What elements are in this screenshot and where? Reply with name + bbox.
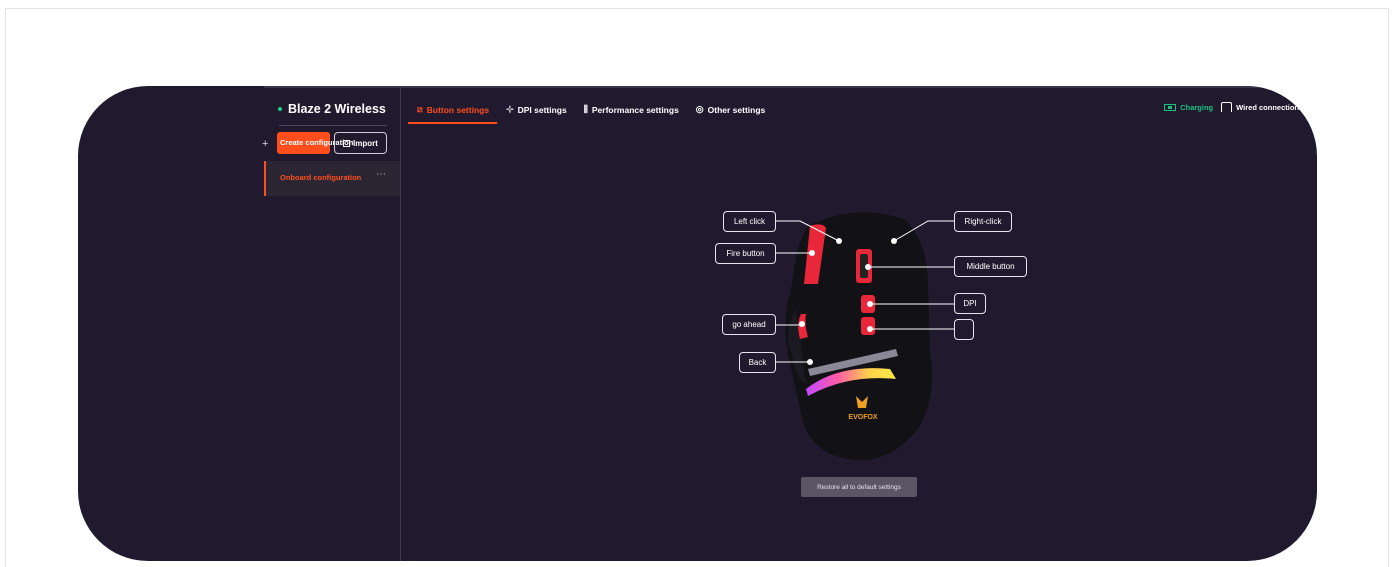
config-item-label: Onboard configuration	[280, 173, 362, 182]
create-configuration-button[interactable]: Create configuration	[277, 132, 353, 154]
wired-label: Wired connection	[1236, 102, 1299, 112]
tab-other-settings[interactable]: ◎ Other settings	[687, 100, 773, 123]
import-button[interactable]: Import	[334, 132, 387, 154]
sidebar-divider	[279, 125, 387, 126]
wired-status: Wired connection	[1221, 102, 1299, 112]
device-name-label: Blaze 2 Wireless	[288, 102, 386, 116]
callout-unnamed[interactable]	[954, 319, 974, 340]
connected-dot-icon	[278, 107, 282, 111]
callout-dpi[interactable]: DPI	[954, 293, 986, 314]
gear-icon: ◎	[695, 104, 704, 114]
callout-back[interactable]: Back	[739, 352, 776, 373]
import-label: Import	[353, 138, 378, 148]
settings-tabs: ⧄ Button settings ⊹ DPI settings ⫼ Perfo…	[408, 100, 773, 124]
callout-right-click[interactable]: Right-click	[954, 211, 1012, 232]
callout-go-ahead[interactable]: go ahead	[722, 314, 776, 335]
settings-icon: ⧄	[417, 104, 423, 114]
tab-button-settings[interactable]: ⧄ Button settings	[408, 100, 498, 124]
sliders-icon: ⫼	[583, 104, 588, 114]
battery-icon	[1164, 103, 1177, 111]
plus-icon: +	[262, 138, 269, 150]
app-window: Blaze 2 Wireless + Create configuration …	[78, 86, 1317, 561]
mouse-brand-text: EVOFOX	[848, 414, 878, 421]
charging-status: Charging	[1164, 103, 1213, 112]
tab-label: Performance settings	[591, 104, 679, 115]
tab-dpi-settings[interactable]: ⊹ DPI settings	[497, 100, 575, 123]
config-item-onboard[interactable]: Onboard configuration ⋯	[264, 161, 400, 196]
device-name: Blaze 2 Wireless	[278, 102, 386, 116]
plug-icon	[1221, 102, 1233, 112]
sidebar: Blaze 2 Wireless + Create configuration …	[262, 88, 400, 561]
mouse-image: EVOFOX	[785, 212, 933, 461]
callout-middle-button[interactable]: Middle button	[954, 256, 1027, 277]
tab-label: Other settings	[707, 104, 766, 115]
crosshair-icon: ⊹	[506, 104, 514, 114]
connection-status: Charging Wired connection	[1164, 102, 1299, 112]
top-border-line	[264, 86, 1299, 88]
more-options-icon[interactable]: ⋯	[376, 169, 387, 180]
callout-fire-button[interactable]: Fire button	[715, 243, 776, 264]
sidebar-divider-vertical	[400, 88, 401, 561]
restore-defaults-button[interactable]: Restore all to default settings	[801, 477, 917, 497]
charging-label: Charging	[1180, 102, 1214, 112]
callout-left-click[interactable]: Left click	[723, 211, 776, 232]
tab-label: Button settings	[426, 104, 490, 115]
tab-label: DPI settings	[517, 104, 567, 115]
tab-performance-settings[interactable]: ⫼ Performance settings	[575, 100, 687, 123]
import-icon	[343, 139, 351, 147]
